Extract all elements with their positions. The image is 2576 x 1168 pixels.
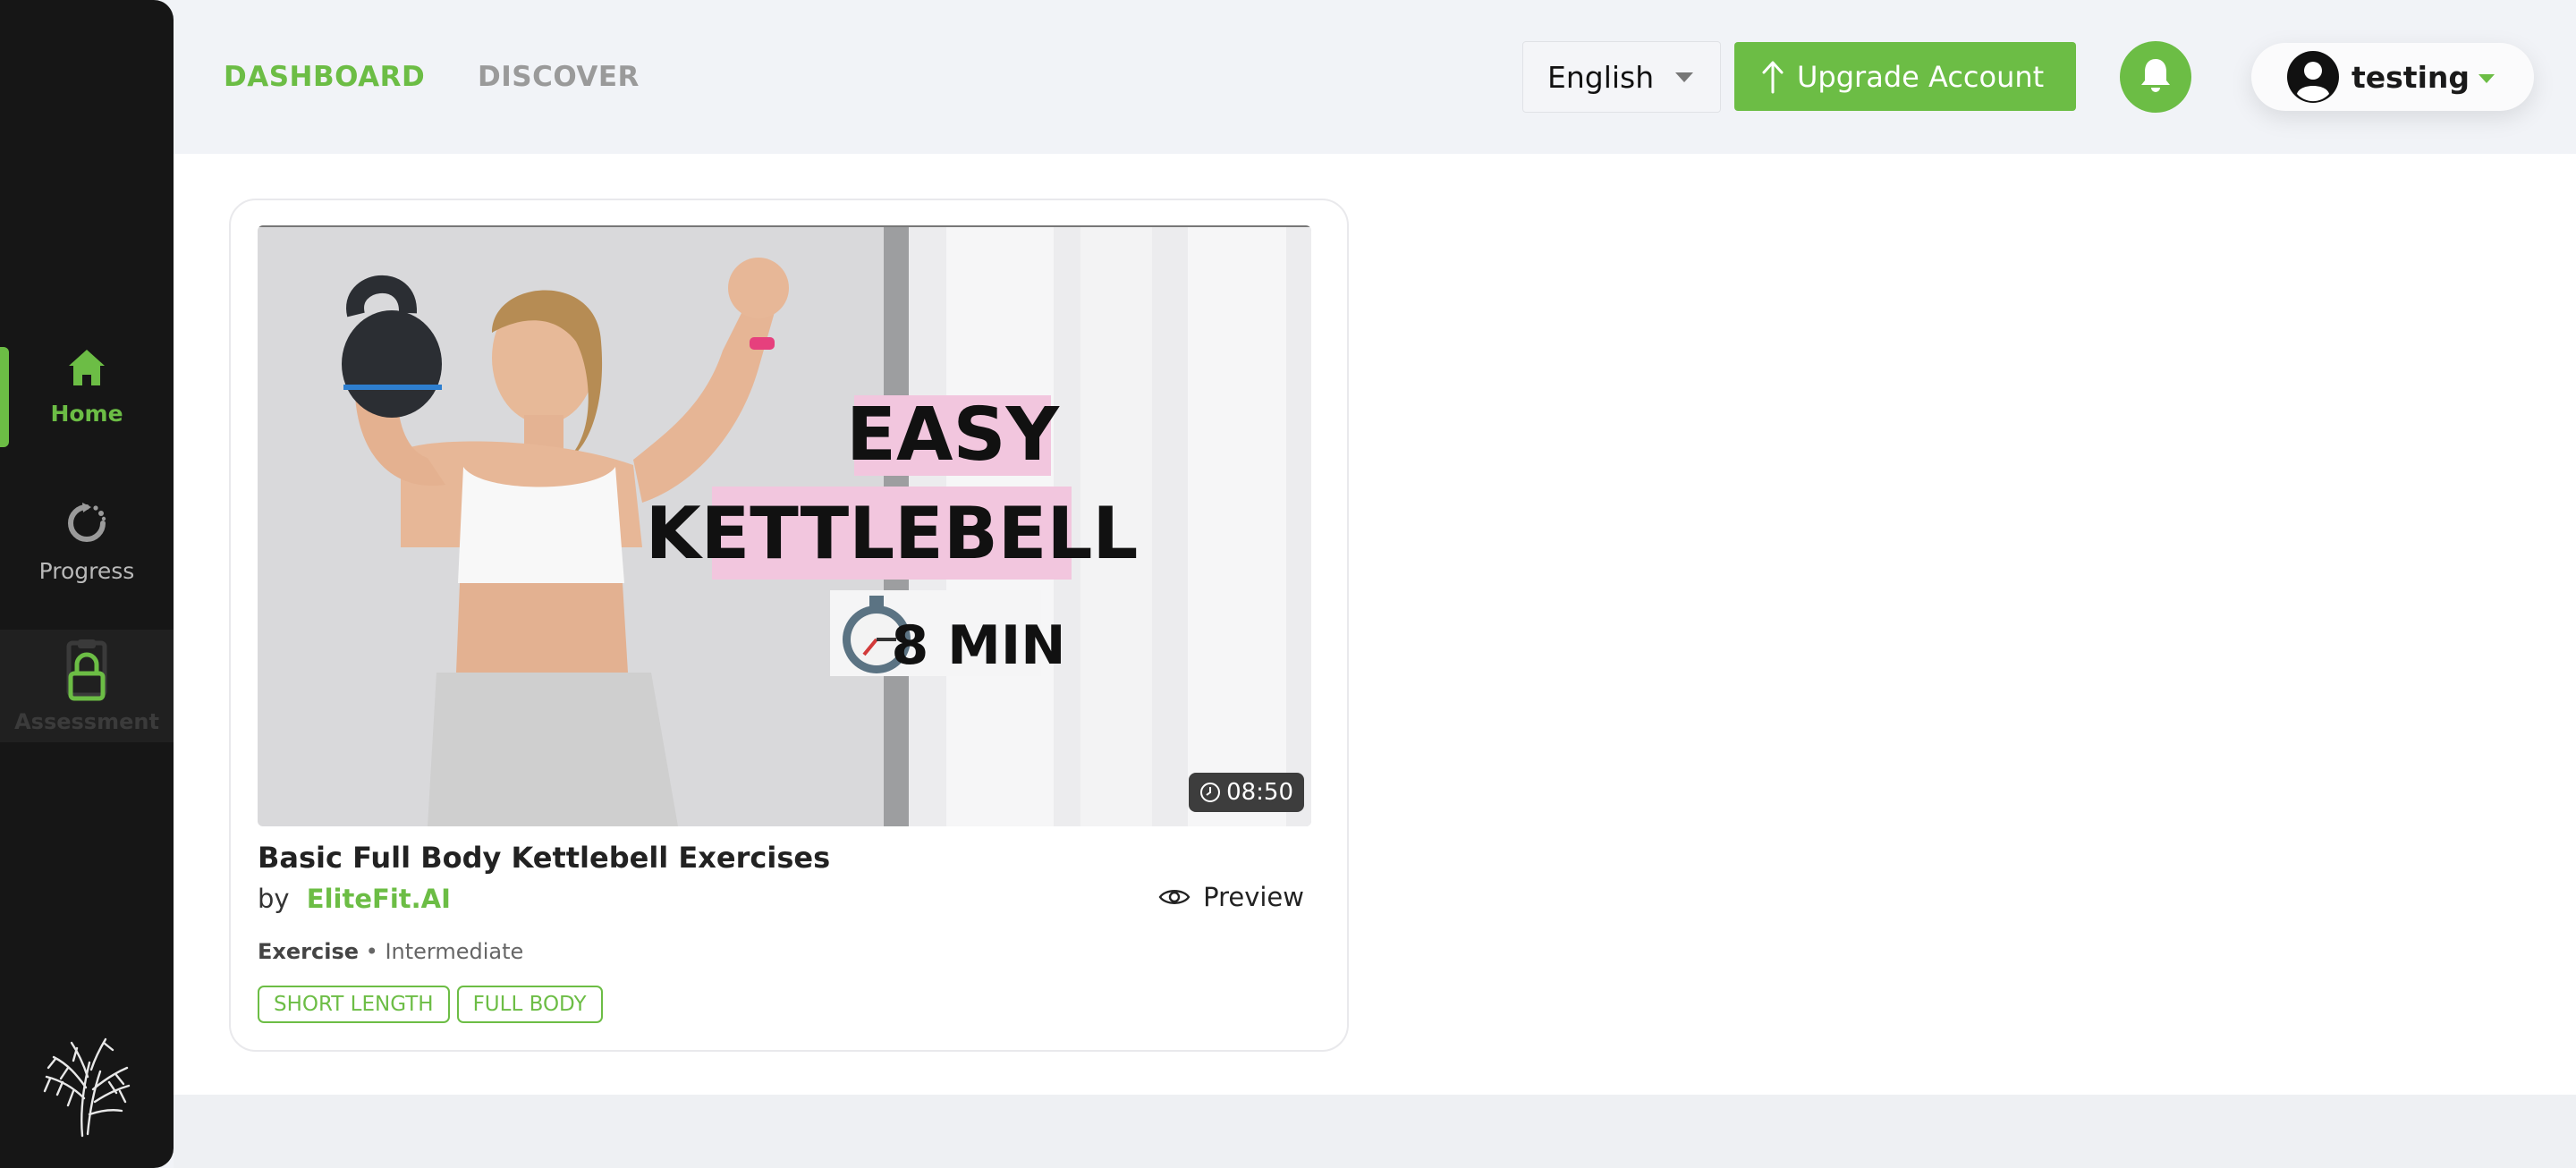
author-link[interactable]: EliteFit.AI (307, 884, 451, 914)
sidebar-item-assessment[interactable]: Assessment (0, 630, 174, 742)
home-icon (66, 347, 107, 392)
workout-category: Exercise (258, 939, 360, 964)
page-footer-band (174, 1095, 2576, 1168)
preview-button[interactable]: Preview (1158, 882, 1304, 912)
username: testing (2351, 59, 2470, 95)
sidebar-item-label: Assessment (14, 709, 159, 734)
user-menu[interactable]: testing (2251, 43, 2534, 111)
duration-value: 08:50 (1226, 779, 1293, 806)
top-bar: DASHBOARD DISCOVER English Upgrade Accou… (174, 0, 2576, 154)
chevron-down-icon (2479, 74, 2495, 83)
eye-icon (1158, 886, 1191, 908)
tag-full-body: FULL BODY (456, 986, 603, 1023)
avatar (2287, 51, 2339, 103)
nav-dashboard[interactable]: DASHBOARD (224, 61, 425, 93)
sidebar-item-label: Progress (38, 558, 135, 584)
tree-logo (41, 1036, 131, 1143)
video-thumbnail[interactable]: EASY KETTLEBELL 8 MIN 08:50 (258, 225, 1311, 826)
sidebar-item-progress[interactable]: Progress (0, 501, 174, 599)
workout-level: Intermediate (385, 939, 524, 964)
sidebar: Home Progress Assessment (0, 0, 174, 1168)
workout-meta: Exercise • Intermediate (258, 939, 523, 964)
progress-icon (64, 501, 109, 549)
author-line: by EliteFit.AI (258, 884, 451, 914)
duration-badge: 08:50 (1189, 773, 1304, 812)
sidebar-item-label: Home (50, 401, 123, 427)
thumbnail-line1: EASY (846, 393, 1061, 478)
arrow-up-icon (1761, 60, 1784, 94)
sidebar-item-home[interactable]: Home (0, 347, 174, 447)
chevron-down-icon (1675, 72, 1693, 82)
clock-icon (1199, 782, 1221, 803)
language-select[interactable]: English (1522, 41, 1721, 113)
main-content: EASY KETTLEBELL 8 MIN 08:50 Basic Full B… (174, 154, 2576, 1095)
upgrade-account-label: Upgrade Account (1797, 59, 2045, 94)
by-prefix: by (258, 884, 290, 914)
bell-icon (2139, 56, 2173, 97)
meta-separator: • (359, 939, 386, 964)
thumbnail-line2: KETTLEBELL (646, 492, 1139, 575)
workout-card[interactable]: EASY KETTLEBELL 8 MIN 08:50 Basic Full B… (229, 199, 1349, 1052)
upgrade-account-button[interactable]: Upgrade Account (1734, 42, 2076, 111)
workout-title[interactable]: Basic Full Body Kettlebell Exercises (258, 841, 830, 875)
tag-list: SHORT LENGTH FULL BODY (258, 986, 603, 1023)
tag-short-length: SHORT LENGTH (258, 986, 450, 1023)
thumbnail-line3: 8 MIN (892, 614, 1066, 677)
language-value: English (1547, 59, 1655, 95)
notifications-button[interactable] (2120, 41, 2191, 113)
nav-discover[interactable]: DISCOVER (478, 61, 640, 93)
preview-label: Preview (1203, 882, 1304, 912)
clipboard-lock-icon (62, 638, 112, 707)
